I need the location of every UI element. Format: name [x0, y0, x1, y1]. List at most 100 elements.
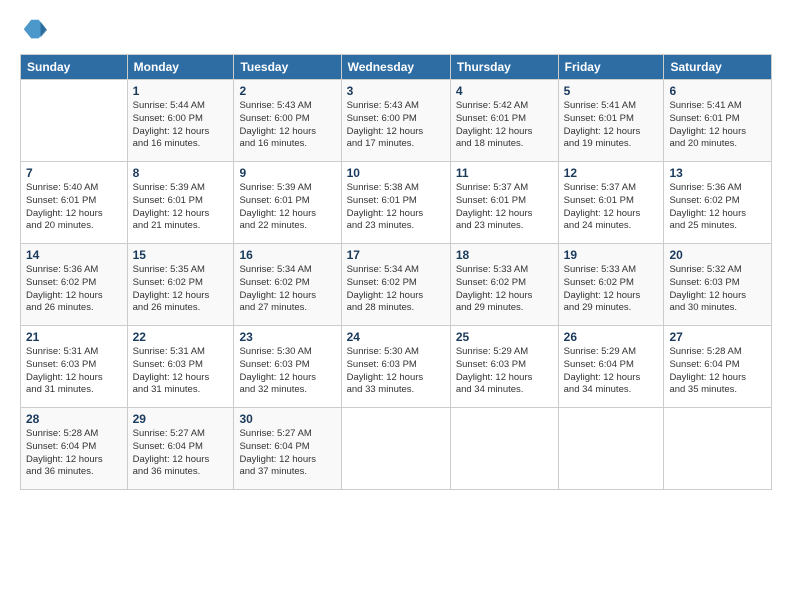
- day-cell: 10 Sunrise: 5:38 AM Sunset: 6:01 PM Dayli…: [341, 162, 450, 244]
- day-cell: 20 Sunrise: 5:32 AM Sunset: 6:03 PM Dayli…: [664, 244, 772, 326]
- week-row-5: 28 Sunrise: 5:28 AM Sunset: 6:04 PM Dayli…: [21, 408, 772, 490]
- day-info: Sunrise: 5:39 AM Sunset: 6:01 PM Dayligh…: [133, 182, 229, 233]
- day-number: 13: [669, 166, 766, 180]
- day-cell: 19Sunrise: 5:33 AM Sunset: 6:02 PM Dayli…: [558, 244, 664, 326]
- col-header-sunday: Sunday: [21, 55, 128, 80]
- day-info: Sunrise: 5:41 AM Sunset: 6:01 PM Dayligh…: [564, 100, 659, 151]
- day-number: 5: [564, 84, 659, 98]
- day-info: Sunrise: 5:43 AM Sunset: 6:00 PM Dayligh…: [239, 100, 335, 151]
- col-header-thursday: Thursday: [450, 55, 558, 80]
- day-info: Sunrise: 5:29 AM Sunset: 6:03 PM Dayligh…: [456, 346, 553, 397]
- calendar-table: SundayMondayTuesdayWednesdayThursdayFrid…: [20, 54, 772, 490]
- day-info: Sunrise: 5:36 AM Sunset: 6:02 PM Dayligh…: [669, 182, 766, 233]
- day-info: Sunrise: 5:34 AM Sunset: 6:02 PM Dayligh…: [239, 264, 335, 315]
- day-cell: 18 Sunrise: 5:33 AM Sunset: 6:02 PM Dayli…: [450, 244, 558, 326]
- day-info: Sunrise: 5:37 AM Sunset: 6:01 PM Dayligh…: [456, 182, 553, 233]
- day-info: Sunrise: 5:34 AM Sunset: 6:02 PM Dayligh…: [347, 264, 445, 315]
- day-info: Sunrise: 5:42 AM Sunset: 6:01 PM Dayligh…: [456, 100, 553, 151]
- day-info: Sunrise: 5:35 AM Sunset: 6:02 PM Dayligh…: [133, 264, 229, 315]
- day-cell: [664, 408, 772, 490]
- col-header-tuesday: Tuesday: [234, 55, 341, 80]
- day-cell: [450, 408, 558, 490]
- day-info: Sunrise: 5:31 AM Sunset: 6:03 PM Dayligh…: [26, 346, 122, 397]
- day-number: 11: [456, 166, 553, 180]
- week-row-1: 1 Sunrise: 5:44 AM Sunset: 6:00 PM Daylig…: [21, 80, 772, 162]
- day-number: 21: [26, 330, 122, 344]
- week-row-4: 21 Sunrise: 5:31 AM Sunset: 6:03 PM Dayli…: [21, 326, 772, 408]
- day-info: Sunrise: 5:37 AM Sunset: 6:01 PM Dayligh…: [564, 182, 659, 233]
- day-cell: 3 Sunrise: 5:43 AM Sunset: 6:00 PM Daylig…: [341, 80, 450, 162]
- day-number: 4: [456, 84, 553, 98]
- logo-icon: [20, 16, 48, 44]
- day-number: 1: [133, 84, 229, 98]
- day-info: Sunrise: 5:40 AM Sunset: 6:01 PM Dayligh…: [26, 182, 122, 233]
- day-info: Sunrise: 5:41 AM Sunset: 6:01 PM Dayligh…: [669, 100, 766, 151]
- day-info: Sunrise: 5:36 AM Sunset: 6:02 PM Dayligh…: [26, 264, 122, 315]
- day-number: 20: [669, 248, 766, 262]
- day-info: Sunrise: 5:31 AM Sunset: 6:03 PM Dayligh…: [133, 346, 229, 397]
- day-cell: 23 Sunrise: 5:30 AM Sunset: 6:03 PM Dayli…: [234, 326, 341, 408]
- day-info: Sunrise: 5:28 AM Sunset: 6:04 PM Dayligh…: [669, 346, 766, 397]
- day-cell: 6 Sunrise: 5:41 AM Sunset: 6:01 PM Daylig…: [664, 80, 772, 162]
- day-number: 19: [564, 248, 659, 262]
- page: SundayMondayTuesdayWednesdayThursdayFrid…: [0, 0, 792, 500]
- day-info: Sunrise: 5:27 AM Sunset: 6:04 PM Dayligh…: [133, 428, 229, 479]
- day-cell: 14 Sunrise: 5:36 AM Sunset: 6:02 PM Dayli…: [21, 244, 128, 326]
- day-cell: 16 Sunrise: 5:34 AM Sunset: 6:02 PM Dayli…: [234, 244, 341, 326]
- day-cell: 15 Sunrise: 5:35 AM Sunset: 6:02 PM Dayli…: [127, 244, 234, 326]
- day-info: Sunrise: 5:39 AM Sunset: 6:01 PM Dayligh…: [239, 182, 335, 233]
- day-number: 6: [669, 84, 766, 98]
- day-cell: 25 Sunrise: 5:29 AM Sunset: 6:03 PM Dayli…: [450, 326, 558, 408]
- day-cell: 4 Sunrise: 5:42 AM Sunset: 6:01 PM Daylig…: [450, 80, 558, 162]
- day-number: 26: [564, 330, 659, 344]
- day-number: 9: [239, 166, 335, 180]
- day-number: 8: [133, 166, 229, 180]
- day-cell: 7 Sunrise: 5:40 AM Sunset: 6:01 PM Daylig…: [21, 162, 128, 244]
- day-number: 25: [456, 330, 553, 344]
- day-cell: [341, 408, 450, 490]
- day-cell: 5 Sunrise: 5:41 AM Sunset: 6:01 PM Daylig…: [558, 80, 664, 162]
- col-header-saturday: Saturday: [664, 55, 772, 80]
- day-number: 10: [347, 166, 445, 180]
- day-info: Sunrise: 5:38 AM Sunset: 6:01 PM Dayligh…: [347, 182, 445, 233]
- day-info: Sunrise: 5:30 AM Sunset: 6:03 PM Dayligh…: [239, 346, 335, 397]
- logo: [20, 16, 50, 44]
- day-number: 15: [133, 248, 229, 262]
- day-cell: 13 Sunrise: 5:36 AM Sunset: 6:02 PM Dayli…: [664, 162, 772, 244]
- day-cell: 27Sunrise: 5:28 AM Sunset: 6:04 PM Dayli…: [664, 326, 772, 408]
- day-info: Sunrise: 5:27 AM Sunset: 6:04 PM Dayligh…: [239, 428, 335, 479]
- day-info: Sunrise: 5:29 AM Sunset: 6:04 PM Dayligh…: [564, 346, 659, 397]
- day-cell: 1 Sunrise: 5:44 AM Sunset: 6:00 PM Daylig…: [127, 80, 234, 162]
- day-number: 18: [456, 248, 553, 262]
- day-cell: 22 Sunrise: 5:31 AM Sunset: 6:03 PM Dayli…: [127, 326, 234, 408]
- day-cell: [21, 80, 128, 162]
- day-cell: 2Sunrise: 5:43 AM Sunset: 6:00 PM Daylig…: [234, 80, 341, 162]
- day-info: Sunrise: 5:43 AM Sunset: 6:00 PM Dayligh…: [347, 100, 445, 151]
- day-number: 23: [239, 330, 335, 344]
- day-info: Sunrise: 5:28 AM Sunset: 6:04 PM Dayligh…: [26, 428, 122, 479]
- day-cell: 28 Sunrise: 5:28 AM Sunset: 6:04 PM Dayli…: [21, 408, 128, 490]
- day-number: 28: [26, 412, 122, 426]
- day-number: 7: [26, 166, 122, 180]
- day-cell: 9 Sunrise: 5:39 AM Sunset: 6:01 PM Daylig…: [234, 162, 341, 244]
- day-number: 17: [347, 248, 445, 262]
- day-number: 16: [239, 248, 335, 262]
- day-number: 22: [133, 330, 229, 344]
- day-cell: 24Sunrise: 5:30 AM Sunset: 6:03 PM Dayli…: [341, 326, 450, 408]
- day-info: Sunrise: 5:30 AM Sunset: 6:03 PM Dayligh…: [347, 346, 445, 397]
- header-row: SundayMondayTuesdayWednesdayThursdayFrid…: [21, 55, 772, 80]
- day-info: Sunrise: 5:44 AM Sunset: 6:00 PM Dayligh…: [133, 100, 229, 151]
- header: [20, 16, 772, 44]
- day-number: 14: [26, 248, 122, 262]
- day-number: 12: [564, 166, 659, 180]
- day-number: 3: [347, 84, 445, 98]
- day-number: 30: [239, 412, 335, 426]
- day-cell: [558, 408, 664, 490]
- col-header-wednesday: Wednesday: [341, 55, 450, 80]
- day-cell: 8 Sunrise: 5:39 AM Sunset: 6:01 PM Daylig…: [127, 162, 234, 244]
- day-info: Sunrise: 5:33 AM Sunset: 6:02 PM Dayligh…: [456, 264, 553, 315]
- day-cell: 12 Sunrise: 5:37 AM Sunset: 6:01 PM Dayli…: [558, 162, 664, 244]
- day-cell: 30 Sunrise: 5:27 AM Sunset: 6:04 PM Dayli…: [234, 408, 341, 490]
- day-number: 29: [133, 412, 229, 426]
- day-info: Sunrise: 5:32 AM Sunset: 6:03 PM Dayligh…: [669, 264, 766, 315]
